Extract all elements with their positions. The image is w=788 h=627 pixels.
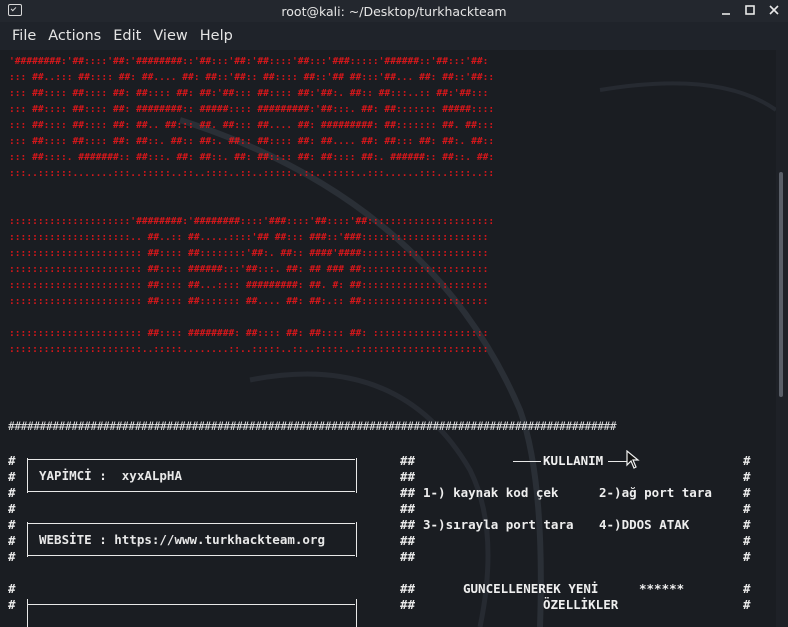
right-hash: ## — [400, 453, 416, 468]
right-hash: ## — [400, 501, 416, 516]
option-4: 4-)DDOS ATAK — [599, 517, 690, 532]
terminal-window-icon — [8, 4, 22, 16]
website-box-top — [27, 523, 355, 524]
update-stars: ****** — [639, 581, 685, 596]
banner-line: ::::::::::::::::::::::: ##:::: ########:… — [9, 328, 489, 339]
right-hash: ## — [400, 469, 416, 484]
mouse-pointer-icon — [626, 450, 640, 469]
banner-line: ::: ##:::: ##:::: ##: ########:: #####::… — [9, 104, 495, 115]
banner-line: :::::::::::::::::::::'########:'########… — [9, 216, 495, 227]
banner-line: ::: ##:::: ##:::: ##: ##.. ##::: ##. ##:… — [9, 120, 495, 131]
right-hash: ## — [400, 485, 416, 500]
left-hash: # — [8, 549, 16, 564]
left-hash: # — [8, 597, 16, 612]
right-edge-hash: # — [743, 469, 751, 484]
banner-line: ::::::::::::::::::::::: ##:::: ##:::::::… — [9, 296, 489, 307]
menu-bar: File Actions Edit View Help — [0, 22, 788, 50]
right-edge-hash: # — [743, 533, 751, 548]
partial-box-top — [27, 604, 355, 605]
menu-file[interactable]: File — [0, 28, 44, 44]
usage-rule-left — [513, 461, 541, 462]
maker-box-bottom — [27, 491, 355, 492]
banner-line: ::: ##..::: ##:::: ##: ##.... ##: ##::'#… — [9, 72, 495, 83]
right-hash: ## — [400, 549, 416, 564]
terminal-scrollbar[interactable] — [776, 50, 788, 627]
menu-help[interactable]: Help — [196, 28, 241, 44]
ascii-banner: '########:'##::::'##:'########::'##:::'#… — [9, 54, 494, 358]
banner-line: ::: ##:::: ##:::: ##: ##::. ##:: ##:. ##… — [9, 136, 495, 147]
left-hash: # — [8, 453, 16, 468]
right-edge-hash: # — [743, 549, 751, 564]
option-3: 3-)sırayla port tara — [423, 517, 574, 532]
menu-edit[interactable]: Edit — [109, 28, 149, 44]
website-label: WEBSİTE : https://www.turkhackteam.org — [39, 532, 325, 547]
close-icon[interactable] — [766, 2, 782, 18]
scrollbar-thumb[interactable] — [779, 172, 783, 397]
right-edge-hash: # — [743, 485, 751, 500]
update-text: GUNCELLENEREK YENİ — [463, 581, 599, 596]
menu-actions[interactable]: Actions — [44, 28, 109, 44]
terminal-output[interactable]: '########:'##::::'##:'########::'##:::'#… — [0, 50, 776, 627]
right-edge-hash: # — [743, 581, 751, 596]
banner-line: :::::::::::::::::::::::..:::::........::… — [9, 344, 489, 355]
left-hash: # — [8, 517, 16, 532]
maker-label: YAPİMCİ : xyxALpHA — [39, 468, 182, 483]
banner-line: ::::::::::::::::::::::: ##:::: ######:::… — [9, 264, 489, 275]
menu-view[interactable]: View — [149, 28, 195, 44]
right-hash: ## — [400, 597, 416, 612]
banner-line: ::: ##::::. #######:: ##:::. ##: ##::. #… — [9, 152, 495, 163]
update-text-2: ÖZELLİKLER — [543, 597, 619, 612]
right-hash: ## — [400, 581, 416, 596]
banner-line: ::: ##:::: ##:::: ##: ##:::: ##: ##:'##:… — [9, 88, 489, 99]
window-title: root@kali: ~/Desktop/turkhackteam — [281, 3, 507, 19]
right-hash: ## — [400, 533, 416, 548]
left-hash: # — [8, 581, 16, 596]
banner-line: ::::::::::::::::::::::: ##:::: ##...::::… — [9, 280, 489, 291]
separator-line: ########################################… — [8, 420, 617, 433]
right-edge-hash: # — [743, 597, 751, 612]
left-hash: # — [8, 469, 16, 484]
maximize-icon[interactable] — [742, 2, 758, 18]
banner-line: :::..::::::.......:::..:::::..::..::::..… — [9, 168, 495, 179]
maker-box-top — [27, 459, 355, 460]
window-titlebar: root@kali: ~/Desktop/turkhackteam — [0, 0, 788, 22]
option-2: 2-)ağ port tara — [599, 485, 712, 500]
banner-line: :::::::::::::::::::::.. ##..:: ##.....::… — [9, 232, 489, 243]
right-edge-hash: # — [743, 501, 751, 516]
window-controls — [718, 2, 782, 18]
right-edge-hash: # — [743, 453, 751, 468]
minimize-icon[interactable] — [718, 2, 734, 18]
right-edge-hash: # — [743, 517, 751, 532]
left-hash: # — [8, 533, 16, 548]
banner-line: ::::::::::::::::::::::: ##:::: ##:::::::… — [9, 248, 489, 259]
left-hash: # — [8, 501, 16, 516]
option-1: 1-) kaynak kod çek — [423, 485, 559, 500]
banner-line: '########:'##::::'##:'########::'##:::'#… — [9, 56, 489, 67]
right-hash: ## — [400, 517, 416, 532]
website-box-bottom — [27, 555, 355, 556]
usage-title: KULLANIM — [543, 453, 604, 468]
left-hash: # — [8, 485, 16, 500]
